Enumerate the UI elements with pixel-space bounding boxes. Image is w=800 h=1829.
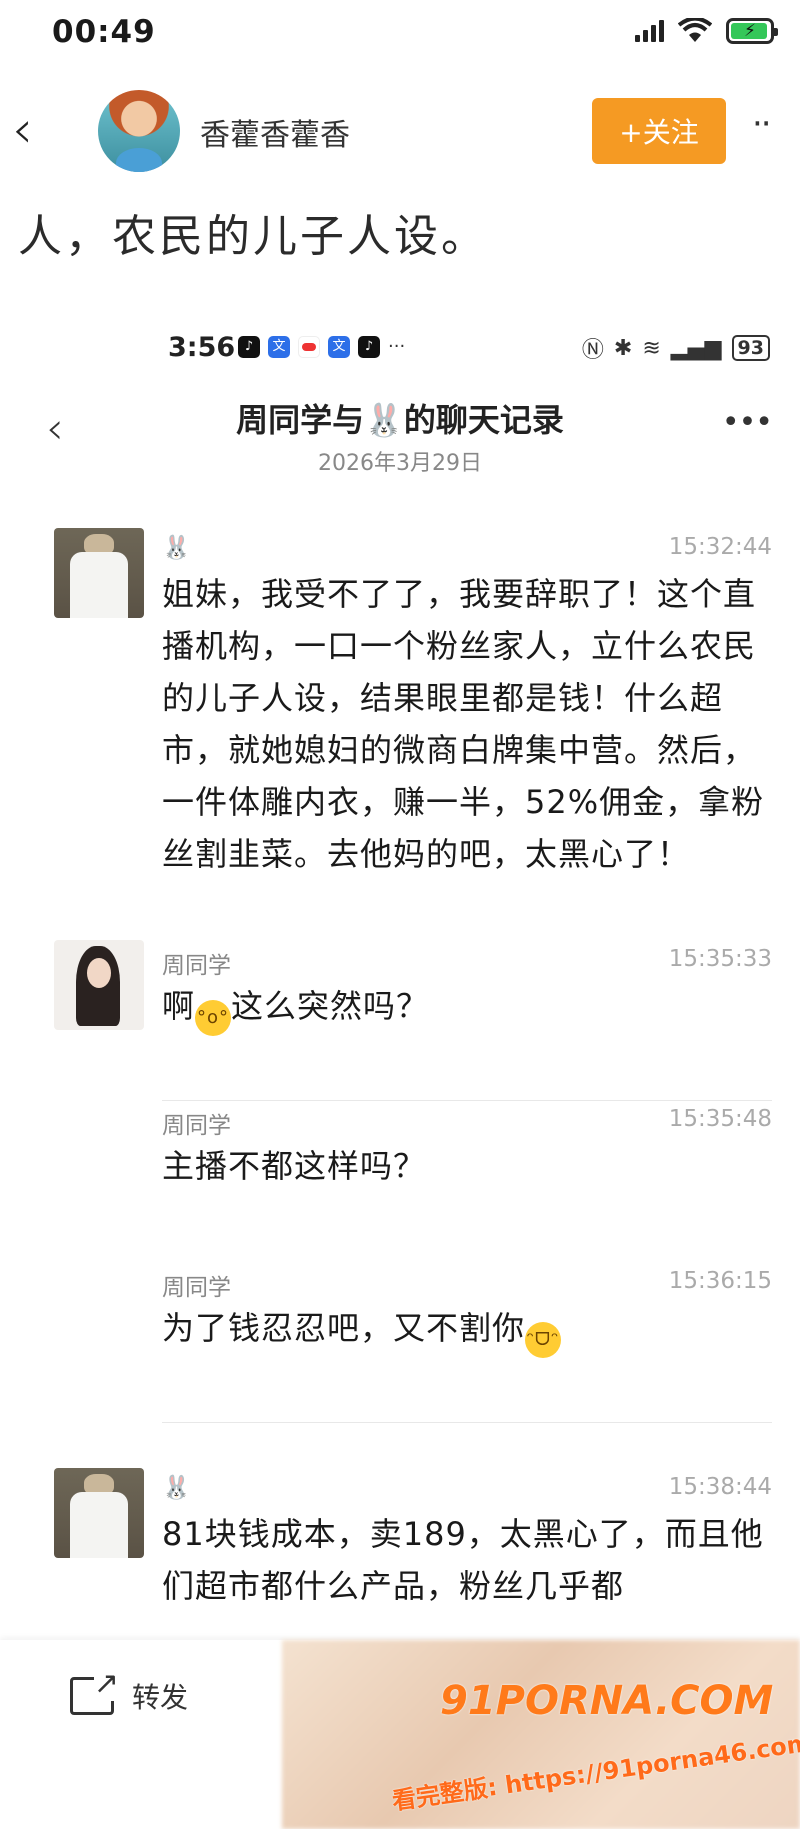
share-icon — [70, 1666, 119, 1715]
message-time: 15:36:15 — [668, 1268, 772, 1294]
chat-message: 周同学 15:35:48 主播不都这样吗？ — [0, 1100, 800, 1210]
more-notifications-icon: ··· — [388, 336, 406, 357]
inner-battery: 93 — [731, 335, 770, 361]
message-text: 主播不都这样吗？ — [162, 1147, 427, 1185]
inner-status-bar: 3:56 ♪ 文 文 ♪ ··· Ⓝ ✱ ≋ ▂▄▆ 93 — [0, 332, 800, 372]
message-time: 15:35:33 — [668, 946, 772, 972]
tiktok-icon: ♪ — [238, 336, 260, 358]
nfc-icon: Ⓝ — [581, 338, 604, 363]
sender-name: 周同学 — [162, 953, 231, 979]
signal-icon — [635, 20, 664, 42]
sender-name: 🐰 — [162, 535, 191, 561]
chat-title: 周同学与🐰的聊天记录 — [236, 401, 564, 439]
bluetooth-icon: ✱ — [613, 335, 633, 361]
avatar — [54, 1468, 144, 1558]
status-icons: ⚡ — [635, 18, 778, 44]
message-text-part: 这么突然吗？ — [231, 987, 430, 1025]
chat-message: 周同学 15:35:33 啊 °o°这么突然吗？ — [0, 940, 800, 1050]
battery-icon: ⚡ — [726, 18, 778, 44]
message-time: 15:35:48 — [668, 1106, 772, 1132]
chat-date: 2026年3月29日 — [318, 451, 482, 476]
follow-button[interactable]: +关注 — [592, 98, 726, 164]
wifi-icon: ≋ — [642, 335, 661, 361]
chat-more-icon[interactable]: ••• — [722, 405, 773, 440]
divider — [162, 1422, 772, 1423]
mail-icon — [298, 336, 320, 358]
message-text-part: 为了钱忍忍吧，又不割你 — [162, 1309, 526, 1347]
post-header: ‹ 香藿香藿香 +关注 ·· — [0, 82, 800, 182]
chat-message: 🐰 15:38:44 81块钱成本，卖189，太黑心了，而且他们超市都什么产品，… — [0, 1468, 800, 1640]
surprised-emoji-icon: °o° — [195, 1000, 232, 1036]
sender-name: 周同学 — [162, 1113, 231, 1139]
message-text: 啊 °o°这么突然吗？ — [162, 980, 774, 1036]
avatar — [54, 940, 144, 1030]
app-icon-2: 文 — [328, 336, 350, 358]
app-icon: 文 — [268, 336, 290, 358]
signal-icon: ▂▄▆ — [670, 335, 722, 361]
avatar[interactable] — [98, 90, 180, 172]
inner-time: 3:56 — [168, 332, 236, 363]
tiktok-icon-2: ♪ — [358, 336, 380, 358]
chat-message: 🐰 15:32:44 姐妹，我受不了了，我要辞职了！这个直播机构，一口一个粉丝家… — [0, 528, 800, 908]
message-text: 81块钱成本，卖189，太黑心了，而且他们超市都什么产品，粉丝几乎都 — [162, 1515, 764, 1605]
embedded-screenshot: 3:56 ♪ 文 文 ♪ ··· Ⓝ ✱ ≋ ▂▄▆ 93 ‹ 周同学与🐰的聊天… — [0, 300, 800, 1640]
message-text: 为了钱忍忍吧，又不割你ᵔᗜᵔ — [162, 1302, 774, 1358]
sender-name: 🐰 — [162, 1475, 191, 1501]
avatar — [54, 528, 144, 618]
inner-status-icons: Ⓝ ✱ ≋ ▂▄▆ 93 — [582, 332, 770, 364]
chat-header: ‹ 周同学与🐰的聊天记录 2026年3月29日 ••• — [0, 395, 800, 485]
share-button[interactable]: 转发 — [70, 1666, 189, 1716]
sender-name: 周同学 — [162, 1275, 231, 1301]
chat-message: 周同学 15:36:15 为了钱忍忍吧，又不割你ᵔᗜᵔ — [0, 1262, 800, 1372]
watermark: 91PORNA.COM — [440, 1678, 774, 1724]
message-time: 15:38:44 — [668, 1474, 772, 1500]
message-text: 姐妹，我受不了了，我要辞职了！这个直播机构，一口一个粉丝家人，立什么农民的儿子人… — [162, 575, 765, 873]
message-text-part: 啊 — [162, 987, 196, 1025]
notification-icons: ♪ 文 文 ♪ ··· — [238, 336, 405, 358]
grin-emoji-icon: ᵔᗜᵔ — [525, 1322, 562, 1358]
more-icon[interactable]: ·· — [752, 104, 772, 144]
share-label: 转发 — [132, 1681, 189, 1714]
status-time: 00:49 — [52, 14, 156, 50]
wifi-icon — [678, 18, 712, 42]
back-arrow-icon[interactable]: ‹ — [12, 104, 33, 156]
status-bar: 00:49 ⚡ — [0, 0, 800, 70]
bottom-bar: 转发 91PORNA.COM 看完整版: https://91porna46.c… — [0, 1640, 800, 1829]
username[interactable]: 香藿香藿香 — [200, 110, 350, 154]
message-time: 15:32:44 — [668, 534, 772, 560]
post-text: 人，农民的儿子人设。 — [18, 211, 488, 262]
